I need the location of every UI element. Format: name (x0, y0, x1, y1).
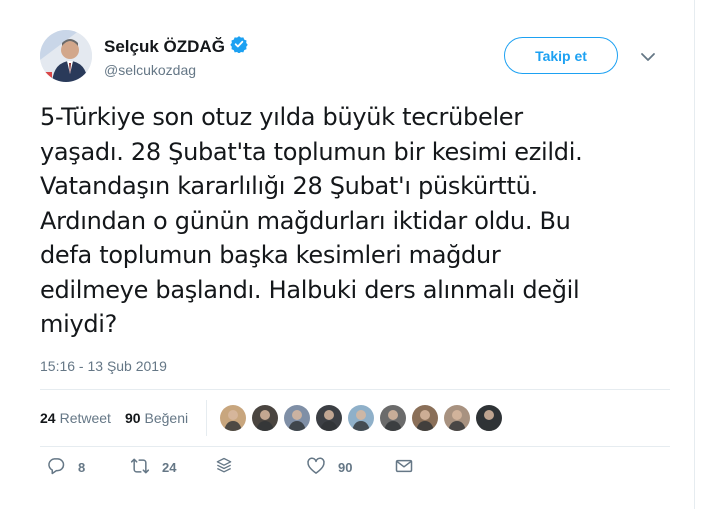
tweet-text: 5-Türkiye son otuz yılda büyük tecrübele… (40, 103, 583, 338)
liker-avatar[interactable] (284, 405, 310, 431)
reply-icon (46, 456, 66, 479)
liker-avatar[interactable] (380, 405, 406, 431)
retweet-count: 24 (162, 460, 177, 475)
retweets-count: 24 (40, 410, 56, 426)
likes-stat[interactable]: 90 Beğeni (125, 410, 188, 426)
author-handle[interactable]: @selcukozdag (104, 62, 196, 78)
liker-avatar[interactable] (348, 405, 374, 431)
follow-button[interactable]: Takip et (504, 37, 618, 74)
direct-message-button[interactable] (394, 456, 414, 479)
page-right-border (694, 0, 695, 509)
tweet-stats: 24 Retweet 90 Beğeni (40, 400, 502, 436)
layers-button[interactable] (214, 456, 234, 479)
liker-avatar[interactable] (252, 405, 278, 431)
likes-count: 90 (124, 410, 141, 426)
author-name-row: Selçuk ÖZDAĞ (104, 35, 248, 58)
liker-avatar[interactable] (220, 405, 246, 431)
envelope-icon (394, 456, 414, 479)
retweets-stat[interactable]: 24 Retweet (40, 410, 111, 426)
tweet-actions: 8 24 90 (40, 456, 670, 482)
heart-icon (306, 456, 326, 479)
like-count: 90 (338, 460, 353, 475)
retweet-button[interactable]: 24 (130, 456, 176, 479)
divider (40, 446, 670, 447)
divider (40, 389, 670, 390)
liker-avatar[interactable] (316, 405, 342, 431)
liker-avatar[interactable] (476, 405, 502, 431)
avatar[interactable] (40, 30, 92, 82)
likes-label: Beğeni (144, 410, 189, 426)
liker-avatar[interactable] (444, 405, 470, 431)
reply-button[interactable]: 8 (46, 456, 85, 479)
tweet-header: Selçuk ÖZDAĞ @selcukozdag Takip et (40, 30, 670, 86)
tweet-timestamp[interactable]: 15:16 - 13 Şub 2019 (40, 358, 167, 374)
liker-avatar[interactable] (412, 405, 438, 431)
verified-badge-icon (230, 35, 248, 58)
like-button[interactable]: 90 (306, 456, 352, 479)
stats-separator (206, 400, 207, 436)
retweet-icon (130, 456, 150, 479)
layers-icon (214, 456, 234, 479)
chevron-down-icon[interactable] (640, 50, 656, 62)
retweets-label: Retweet (59, 410, 111, 426)
likers-avatars (220, 405, 502, 431)
author-display-name[interactable]: Selçuk ÖZDAĞ (104, 37, 225, 57)
reply-count: 8 (78, 460, 86, 475)
